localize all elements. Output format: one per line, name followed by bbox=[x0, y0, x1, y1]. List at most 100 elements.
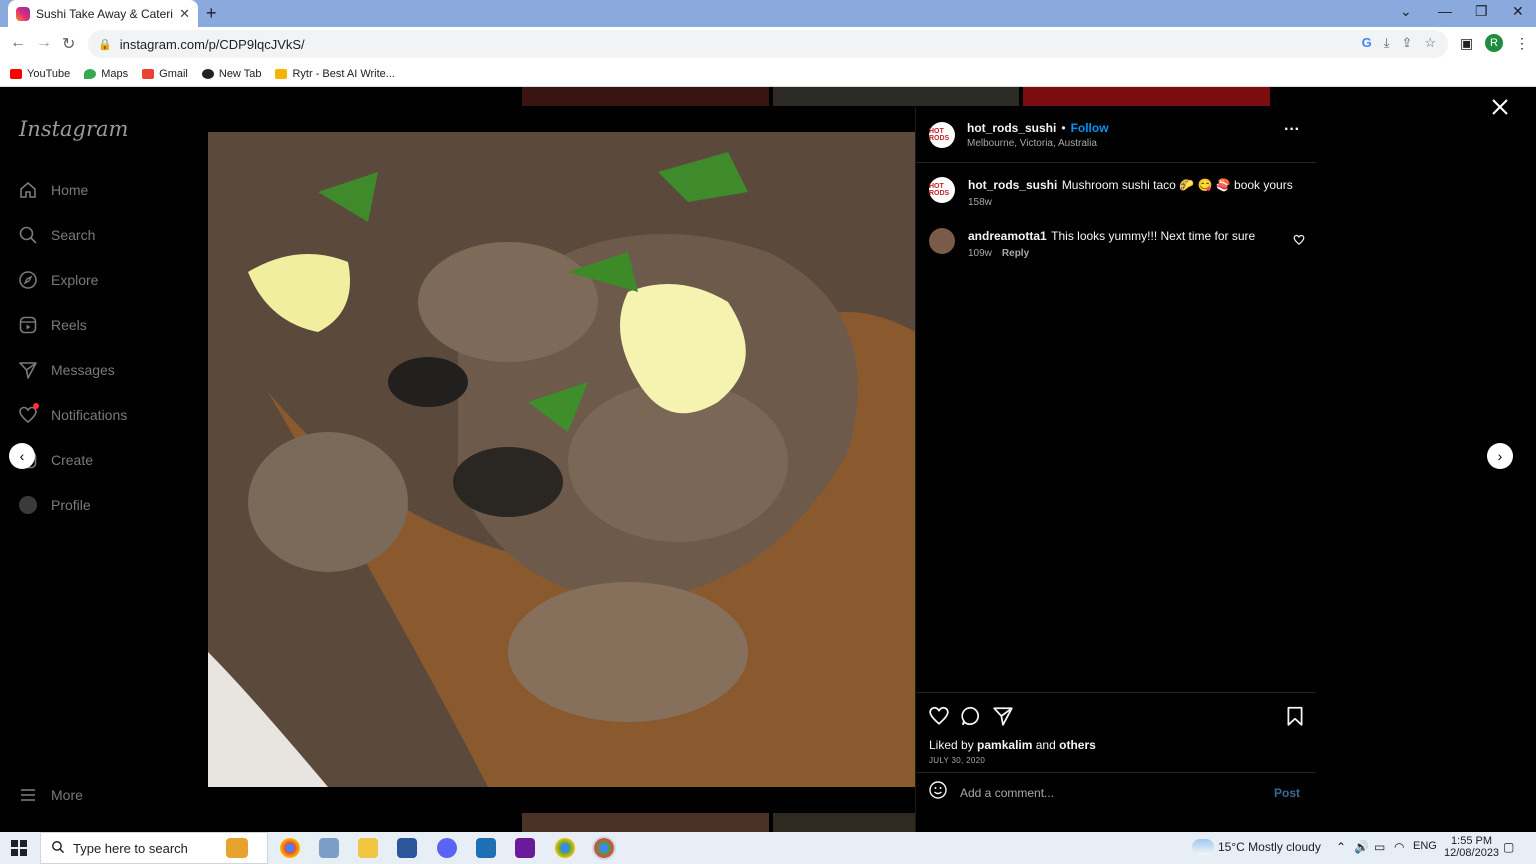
url-text: instagram.com/p/CDP9lqcJVkS/ bbox=[119, 36, 305, 52]
windows-taskbar: Type here to search 15°C Mostly cloudy ⌃… bbox=[0, 832, 1536, 864]
liked-by-others[interactable]: others bbox=[1059, 738, 1096, 752]
clock[interactable]: 1:55 PM 12/08/2023 bbox=[1444, 835, 1499, 859]
liked-by-user[interactable]: pamkalim bbox=[977, 738, 1032, 752]
forward-button[interactable]: → bbox=[36, 34, 52, 52]
bookmark-maps[interactable]: Maps bbox=[84, 68, 128, 80]
heart-icon bbox=[18, 403, 39, 425]
tab-search-chevron-icon[interactable]: ⌄ bbox=[1400, 3, 1412, 20]
post-location[interactable]: Melbourne, Victoria, Australia bbox=[967, 138, 1097, 149]
bookmark-youtube[interactable]: YouTube bbox=[10, 68, 70, 80]
globe-icon bbox=[201, 68, 214, 79]
notification-dot bbox=[33, 403, 39, 409]
more-options-icon[interactable]: ··· bbox=[1284, 121, 1300, 139]
chrome-menu-icon[interactable]: ⋮ bbox=[1515, 35, 1529, 52]
add-comment-bar: Add a comment... Post bbox=[916, 772, 1316, 812]
emoji-icon[interactable] bbox=[928, 780, 948, 805]
nav-reels[interactable]: Reels bbox=[18, 315, 198, 335]
close-modal-icon[interactable] bbox=[1491, 98, 1509, 121]
comment-like-icon[interactable] bbox=[1293, 233, 1305, 251]
file-explorer-icon[interactable] bbox=[358, 838, 378, 858]
image-viewer-icon[interactable] bbox=[319, 838, 339, 858]
nav-messages[interactable]: Messages bbox=[18, 360, 198, 380]
tab-close-icon[interactable]: ✕ bbox=[179, 6, 190, 22]
save-bookmark-icon[interactable] bbox=[1284, 705, 1306, 732]
author-avatar[interactable]: HOT RODS bbox=[929, 122, 955, 148]
share-icon[interactable]: ⇪ bbox=[1401, 35, 1412, 51]
google-icon[interactable]: G bbox=[1362, 35, 1372, 51]
bookmark-rytr[interactable]: Rytr - Best AI Write... bbox=[275, 68, 395, 80]
comment-bubble-icon[interactable] bbox=[960, 705, 982, 732]
volume-icon[interactable]: 🔊 bbox=[1354, 840, 1369, 854]
weather-cloud-icon[interactable] bbox=[1192, 839, 1214, 855]
nav-create[interactable]: Create bbox=[18, 450, 198, 470]
nav-more[interactable]: More bbox=[18, 785, 198, 805]
chat-app-icon[interactable] bbox=[437, 838, 457, 858]
caption-avatar[interactable]: HOT RODS bbox=[929, 177, 955, 203]
word-icon[interactable] bbox=[397, 838, 417, 858]
nav-home[interactable]: Home bbox=[18, 180, 198, 200]
tray-chevron-icon[interactable]: ⌃ bbox=[1336, 840, 1346, 854]
caption-text: Mushroom sushi taco 🌮 😋 🍣 book yours bbox=[1061, 178, 1293, 192]
liked-by-line: Liked by pamkalim and others bbox=[929, 738, 1096, 752]
winrar-icon[interactable] bbox=[515, 838, 535, 858]
nav-search[interactable]: Search bbox=[18, 225, 198, 245]
reload-button[interactable]: ↻ bbox=[62, 34, 75, 54]
post-comment-button[interactable]: Post bbox=[1274, 786, 1300, 800]
wifi-icon[interactable]: ◠ bbox=[1394, 840, 1404, 854]
post-photo[interactable] bbox=[208, 132, 915, 787]
maps-icon bbox=[84, 68, 97, 79]
next-post-button[interactable]: › bbox=[1487, 443, 1513, 469]
comment-reply-button[interactable]: Reply bbox=[1002, 248, 1029, 259]
install-app-icon[interactable]: ⤓ bbox=[1384, 35, 1390, 51]
maximize-button[interactable]: ❐ bbox=[1475, 3, 1488, 20]
address-bar[interactable]: 🔒 instagram.com/p/CDP9lqcJVkS/ G ⤓ ⇪ ☆ bbox=[88, 30, 1448, 58]
previous-post-button[interactable]: ‹ bbox=[9, 443, 35, 469]
tab-title: Sushi Take Away & Catering (@h bbox=[36, 6, 173, 21]
search-icon bbox=[18, 225, 38, 245]
browser-tab-active[interactable]: Sushi Take Away & Catering (@h ✕ bbox=[8, 0, 198, 27]
post-detail-panel: HOT RODS hot_rods_sushi • Follow Melbour… bbox=[915, 107, 1316, 832]
chrome-taskbar-icon[interactable] bbox=[280, 838, 300, 858]
bookmark-gmail[interactable]: Gmail bbox=[142, 68, 188, 80]
weather-text[interactable]: 15°C Mostly cloudy bbox=[1218, 840, 1321, 854]
reels-icon bbox=[18, 315, 38, 335]
bookmark-star-icon[interactable]: ☆ bbox=[1424, 35, 1436, 51]
profile-avatar-button[interactable]: R bbox=[1485, 34, 1503, 52]
window-close-button[interactable]: ✕ bbox=[1512, 3, 1524, 20]
nav-explore[interactable]: Explore bbox=[18, 270, 198, 290]
battery-icon[interactable]: ▭ bbox=[1374, 840, 1385, 854]
share-send-icon[interactable] bbox=[992, 705, 1014, 732]
briefcase-app-icon[interactable] bbox=[226, 838, 248, 858]
follow-button[interactable]: Follow bbox=[1071, 121, 1109, 135]
new-tab-button[interactable]: + bbox=[206, 3, 217, 24]
chrome-active-icon[interactable] bbox=[592, 836, 616, 860]
author-username[interactable]: hot_rods_sushi bbox=[967, 121, 1056, 135]
minimize-button[interactable]: — bbox=[1438, 3, 1452, 19]
language-indicator[interactable]: ENG bbox=[1413, 840, 1437, 852]
instagram-favicon-icon bbox=[16, 6, 30, 21]
separator-dot: • bbox=[1061, 121, 1066, 135]
post-date: JULY 30, 2020 bbox=[929, 756, 986, 765]
like-heart-icon[interactable] bbox=[928, 705, 950, 732]
side-panel-icon[interactable]: ▣ bbox=[1460, 35, 1473, 52]
nav-profile[interactable]: Profile bbox=[18, 495, 198, 515]
post-header: HOT RODS hot_rods_sushi • Follow Melbour… bbox=[916, 107, 1316, 163]
comment-text: This looks yummy!!! Next time for sure bbox=[1051, 229, 1256, 243]
background-grid-top bbox=[522, 87, 1271, 106]
search-icon bbox=[51, 840, 65, 857]
add-comment-input[interactable]: Add a comment... bbox=[960, 786, 1274, 800]
windows-start-icon[interactable] bbox=[11, 840, 27, 861]
commenter-avatar[interactable] bbox=[929, 228, 955, 254]
photos-app-icon[interactable] bbox=[476, 838, 496, 858]
instagram-logo[interactable]: Instagram bbox=[19, 117, 128, 141]
browser-tab-bar: Sushi Take Away & Catering (@h ✕ + ⌄ — ❐… bbox=[0, 0, 1536, 27]
notification-center-icon[interactable]: ▢ bbox=[1503, 840, 1514, 854]
caption-age: 158w bbox=[968, 197, 992, 208]
comment-username[interactable]: andreamotta1 bbox=[968, 229, 1047, 243]
nav-notifications[interactable]: Notifications bbox=[18, 403, 198, 425]
back-button[interactable]: ← bbox=[10, 34, 26, 52]
bookmark-new-tab[interactable]: New Tab bbox=[201, 68, 261, 80]
caption-username[interactable]: hot_rods_sushi bbox=[968, 178, 1057, 192]
chrome-profile-icon[interactable] bbox=[555, 838, 575, 858]
gmail-icon bbox=[142, 68, 155, 79]
